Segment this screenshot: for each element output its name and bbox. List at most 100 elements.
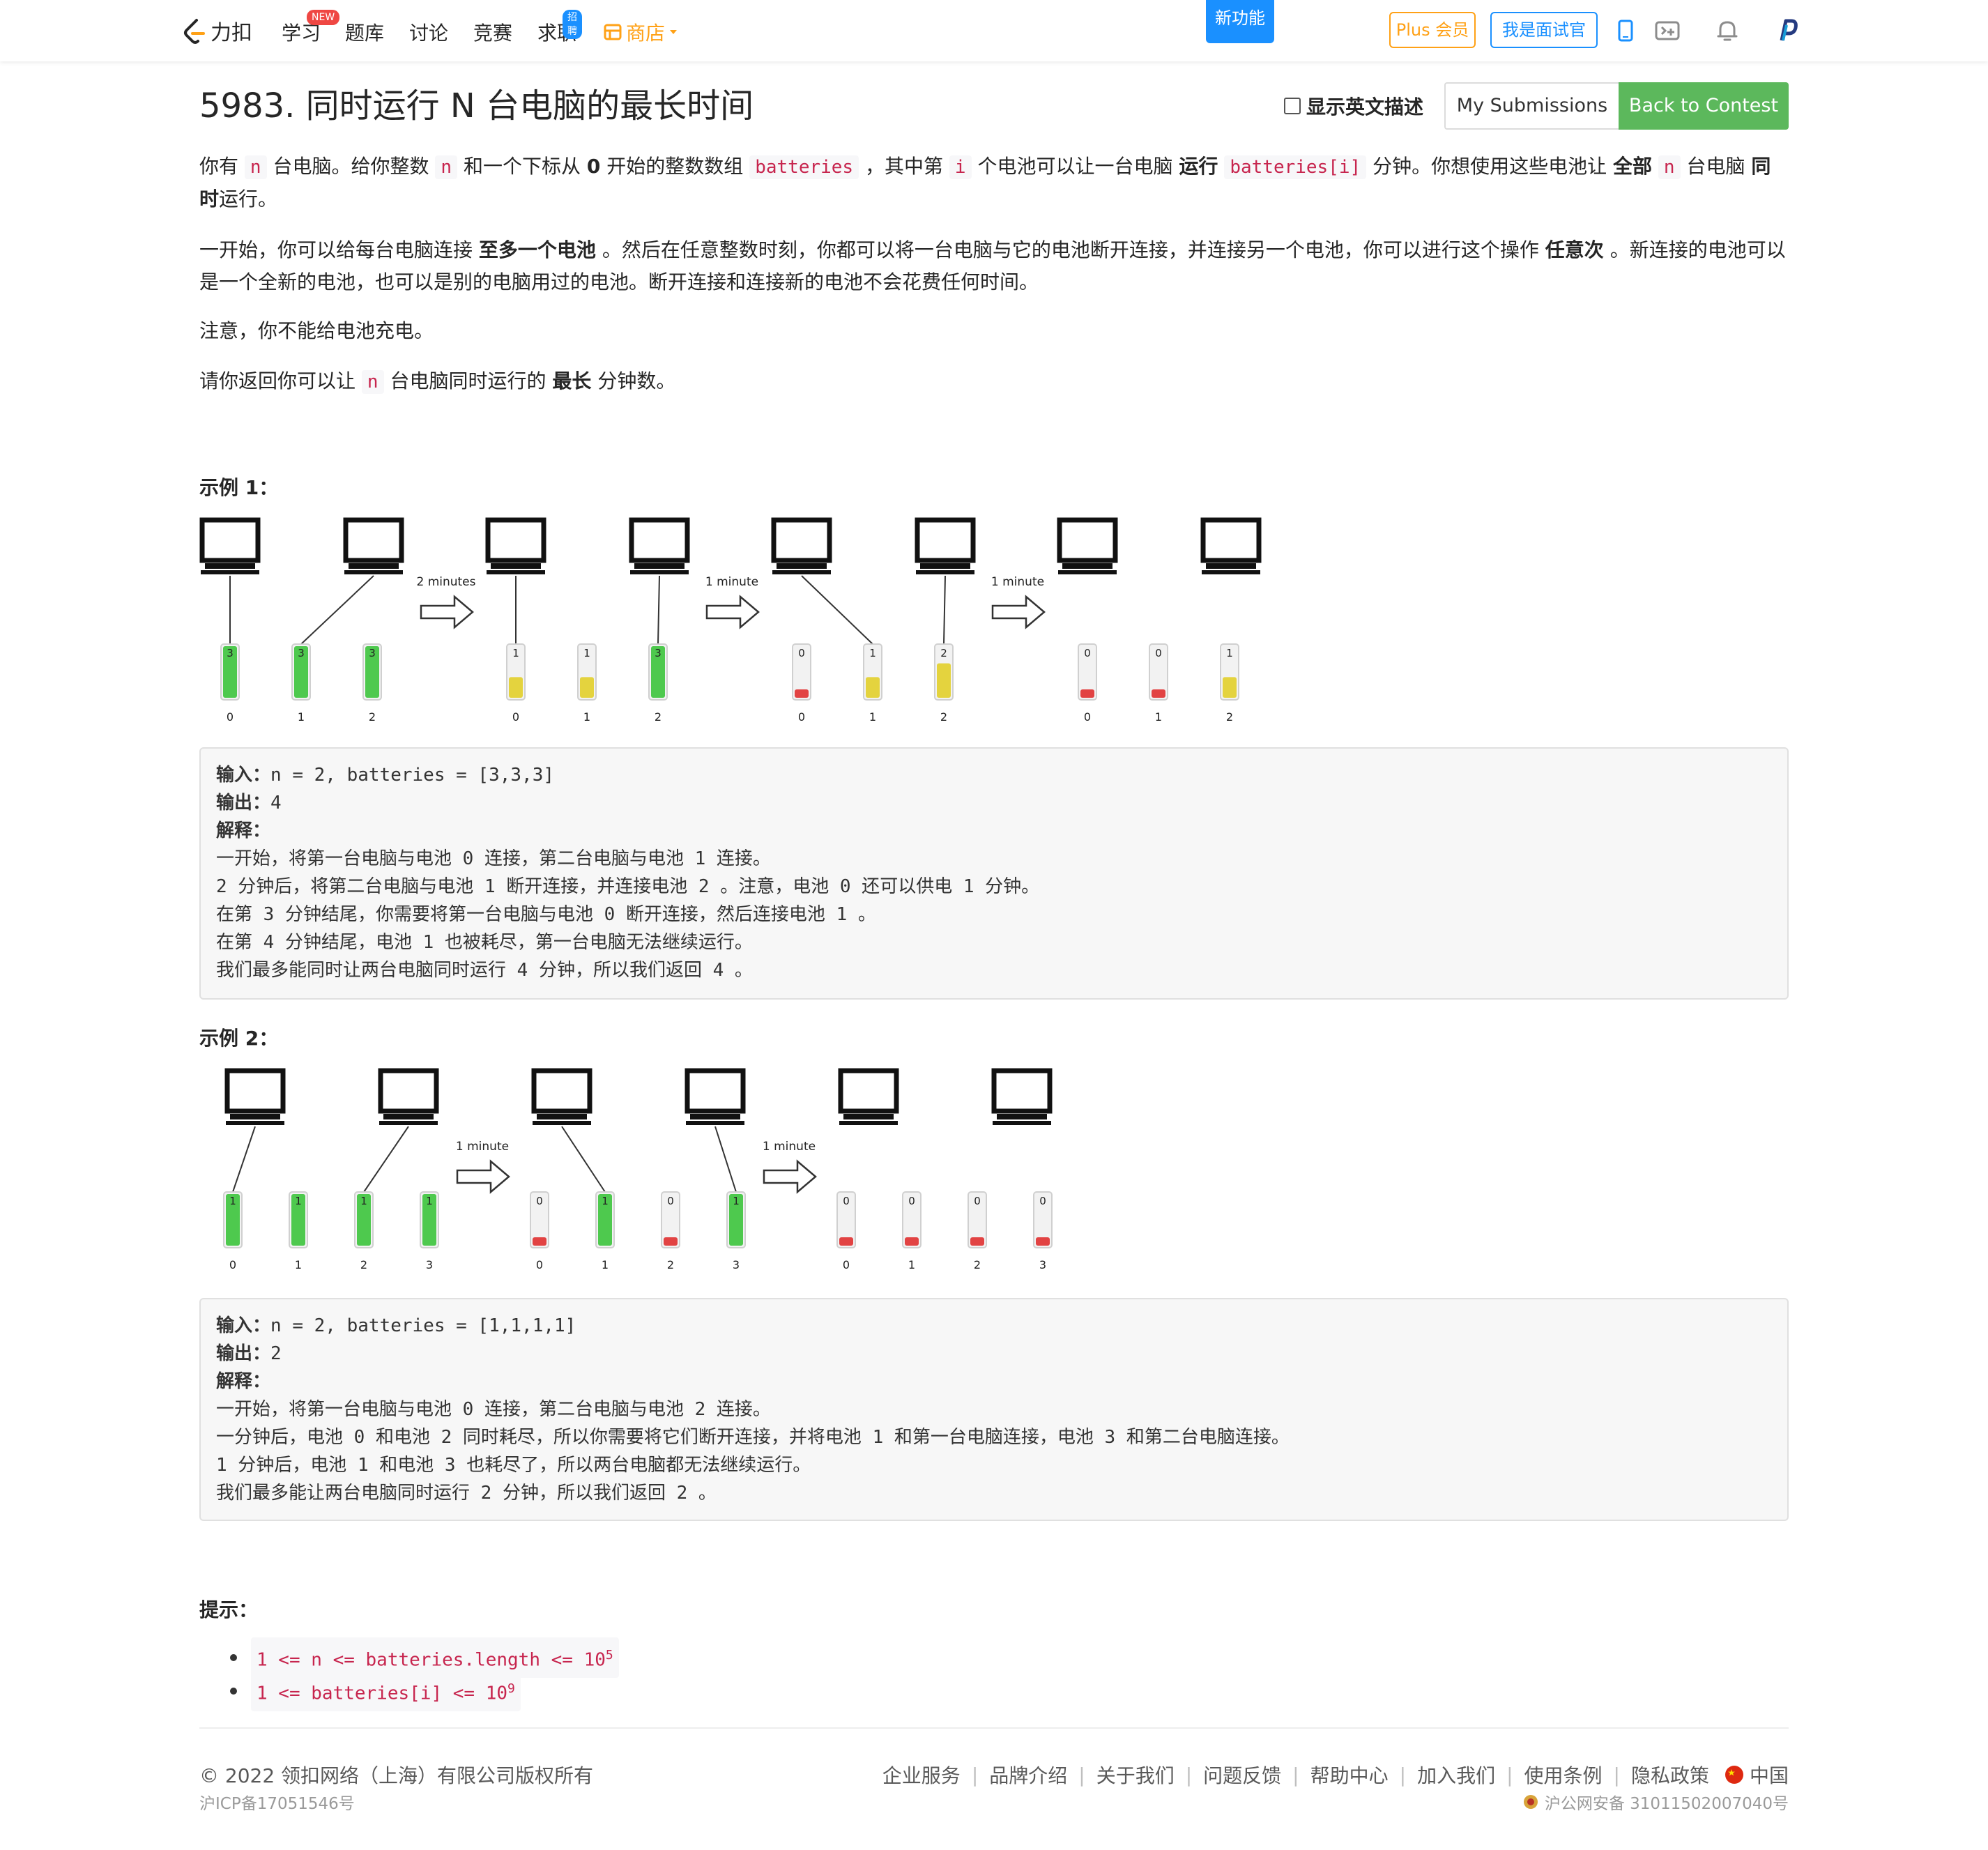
output-value: 4 xyxy=(270,793,282,813)
battery-charge-label: 1 xyxy=(295,1195,302,1207)
description-paragraph-2: 一开始，你可以给每台电脑连接 至多一个电池 。然后在任意整数时刻，你都可以将一台… xyxy=(199,234,1789,298)
battery-icon: 13 xyxy=(726,1191,746,1271)
footer-link-terms[interactable]: 使用条例 xyxy=(1524,1761,1603,1789)
battery-charge-label: 1 xyxy=(512,647,519,659)
playground-icon[interactable] xyxy=(1653,17,1681,45)
battery-charge-label: 1 xyxy=(869,647,876,659)
battery-index-label: 0 xyxy=(229,1258,236,1271)
nav-jobs[interactable]: 求职 招聘 xyxy=(537,10,582,46)
icp-link[interactable]: 沪ICP备17051546号 xyxy=(199,1790,355,1814)
battery-index-label: 1 xyxy=(869,710,876,722)
battery-charge xyxy=(866,677,880,698)
inline-code: i xyxy=(949,155,972,179)
new-feature-tag[interactable]: 新功能 xyxy=(1206,0,1274,43)
battery-icon: 00 xyxy=(836,1191,856,1271)
example-2-illustration: 101112131 minute001102131 minute00010203 xyxy=(223,1068,1053,1271)
battery-charge xyxy=(580,677,594,698)
constraint-exponent: 9 xyxy=(507,1681,515,1696)
computer-base xyxy=(997,1114,1047,1119)
explain-line: 一开始，将第一台电脑与电池 0 连接，第二台电脑与电池 1 连接。 xyxy=(216,848,771,869)
interviewer-button[interactable]: 我是面试官 xyxy=(1490,12,1598,48)
battery-charge-label: 0 xyxy=(667,1195,674,1207)
list-item: 1 <= n <= batteries.length <= 105 xyxy=(230,1637,619,1679)
text: 。然后在任意整数时刻，你都可以将一台电脑与它的电池断开连接，并连接另一个电池，你… xyxy=(602,238,1539,261)
constraint-exponent: 5 xyxy=(605,1647,613,1662)
computer-icon xyxy=(629,517,690,574)
nav-study[interactable]: 学习 NEW xyxy=(282,10,340,46)
battery-charge xyxy=(1223,677,1237,698)
nav-store[interactable]: 商店 xyxy=(604,18,678,46)
connection-line xyxy=(561,1126,606,1193)
leetcode-logo[interactable]: 力扣 xyxy=(183,14,252,47)
explain-label: 解释： xyxy=(216,1371,271,1392)
battery-index-label: 3 xyxy=(1039,1258,1046,1271)
my-submissions-button[interactable]: My Submissions xyxy=(1444,82,1619,130)
footer-link-privacy[interactable]: 隐私政策 xyxy=(1631,1761,1709,1789)
battery-icon: 02 xyxy=(661,1191,680,1271)
computer-icon xyxy=(685,1068,746,1125)
computer-keyboard xyxy=(201,570,259,574)
separator: | xyxy=(1185,1763,1193,1787)
nav-discuss[interactable]: 讨论 xyxy=(409,18,448,46)
computer-base xyxy=(690,1114,740,1119)
battery-charge xyxy=(1080,689,1094,698)
battery-charge xyxy=(1152,689,1165,698)
show-english-toggle[interactable]: 显示英文描述 xyxy=(1284,92,1423,120)
battery-charge-label: 1 xyxy=(426,1195,433,1207)
arrow-shape xyxy=(763,1159,817,1194)
separator: | xyxy=(1292,1763,1299,1787)
computer-icon xyxy=(915,517,976,574)
computer-screen xyxy=(378,1068,439,1114)
new-badge: NEW xyxy=(307,10,340,25)
inline-code: batteries[i] xyxy=(1224,155,1367,179)
battery-icon: 01 xyxy=(1149,643,1168,722)
explain-line: 在第 4 分钟结尾，电池 1 也被耗尽，第一台电脑无法继续运行。 xyxy=(216,932,753,953)
footer-link-feedback[interactable]: 问题反馈 xyxy=(1203,1761,1281,1789)
police-record[interactable]: 沪公网安备 31011502007040号 xyxy=(1522,1790,1789,1814)
battery-charge-label: 0 xyxy=(1155,647,1162,659)
region-selector[interactable]: 中国 xyxy=(1725,1761,1789,1789)
text: 台电脑。给你整数 xyxy=(273,155,429,178)
text: 一开始，你可以给每台电脑连接 xyxy=(199,238,473,261)
input-label: 输入： xyxy=(216,765,271,786)
battery-charge-label: 0 xyxy=(843,1195,850,1207)
mobile-app-icon[interactable] xyxy=(1612,17,1639,45)
footer-link-about[interactable]: 关于我们 xyxy=(1096,1761,1175,1789)
back-to-contest-button[interactable]: Back to Contest xyxy=(1619,82,1789,130)
computer-base xyxy=(1062,563,1112,569)
battery-icon: 30 xyxy=(220,643,240,722)
computer-base xyxy=(537,1114,587,1119)
computer-screen xyxy=(199,517,261,563)
footer-link-brand[interactable]: 品牌介绍 xyxy=(989,1761,1067,1789)
explain-line: 我们最多能同时让两台电脑同时运行 4 分钟，所以我们返回 4 。 xyxy=(216,960,753,981)
connection-line xyxy=(801,575,873,645)
arrow-shape xyxy=(705,595,760,629)
footer-link-help[interactable]: 帮助中心 xyxy=(1310,1761,1389,1789)
battery-index-label: 2 xyxy=(940,710,947,722)
nav-contest[interactable]: 竞赛 xyxy=(473,18,512,46)
user-avatar-icon[interactable] xyxy=(1773,17,1801,45)
notification-bell-icon[interactable] xyxy=(1713,17,1741,45)
plus-member-button[interactable]: Plus 会员 xyxy=(1389,12,1476,48)
computer-screen xyxy=(531,1068,592,1114)
computer-keyboard xyxy=(630,570,689,574)
separator: | xyxy=(1613,1763,1620,1787)
show-english-checkbox[interactable] xyxy=(1284,98,1301,114)
computer-base xyxy=(349,563,399,569)
battery-index-label: 1 xyxy=(602,1258,609,1271)
footer-link-join[interactable]: 加入我们 xyxy=(1417,1761,1495,1789)
arrow-icon: 1 minute xyxy=(456,1140,510,1194)
battery-icon: 13 xyxy=(420,1191,439,1271)
nav-problems[interactable]: 题库 xyxy=(345,18,384,46)
battery-charge-label: 0 xyxy=(536,1195,543,1207)
arrow-shape xyxy=(420,595,474,629)
battery-charge-label: 1 xyxy=(602,1195,609,1207)
text: ，其中第 xyxy=(865,155,944,178)
battery-index-label: 1 xyxy=(583,710,590,722)
text: 运行。 xyxy=(219,188,278,211)
footer-link-enterprise[interactable]: 企业服务 xyxy=(882,1761,961,1789)
arrow-shape xyxy=(991,595,1046,629)
battery-charge xyxy=(839,1237,853,1246)
arrow-icon: 1 minute xyxy=(991,575,1046,629)
computer-screen xyxy=(224,1068,286,1114)
